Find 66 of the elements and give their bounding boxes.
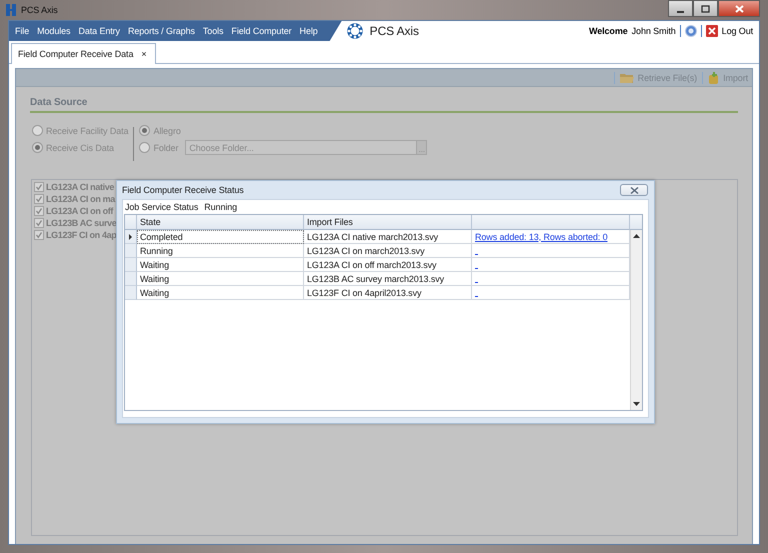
menu-item[interactable]: File xyxy=(11,26,34,36)
file-name: LG123B AC surve xyxy=(46,218,116,228)
header-cell[interactable] xyxy=(472,215,630,230)
table-cell: LG123A CI native march2013.svy xyxy=(307,232,438,242)
app-icon xyxy=(6,4,16,16)
close-icon[interactable] xyxy=(630,186,638,194)
table-cell: Waiting xyxy=(140,260,169,270)
current-row-icon xyxy=(129,234,132,240)
radio-button[interactable] xyxy=(32,142,43,153)
maximize-icon[interactable] xyxy=(700,4,711,12)
window-title: PCS Axis xyxy=(21,5,58,15)
column-header[interactable]: State xyxy=(140,217,161,227)
table-cell: Waiting xyxy=(140,288,169,298)
checkbox[interactable] xyxy=(34,194,44,204)
table-cell: Waiting xyxy=(140,274,169,284)
menu-item[interactable]: Field Computer xyxy=(227,26,296,36)
welcome-label: Welcome xyxy=(588,26,628,36)
checkbox[interactable] xyxy=(34,230,44,240)
scroll-down-icon[interactable] xyxy=(633,402,640,406)
menu-item[interactable]: Data Entry xyxy=(74,26,124,36)
tab[interactable]: Field Computer Receive Data × xyxy=(11,43,156,64)
radio-button[interactable] xyxy=(32,125,43,136)
table-cell: LG123B AC survey march2013.svy xyxy=(307,274,444,284)
user-name: John Smith xyxy=(632,26,676,36)
menu-item[interactable]: Reports / Graphs xyxy=(124,26,199,36)
file-name: LG123A CI on off xyxy=(46,206,114,216)
status-value: Running xyxy=(204,202,238,212)
table-cell: LG123A CI on off march2013.svy xyxy=(307,260,436,270)
scrollbar[interactable] xyxy=(630,230,642,410)
jar-icon xyxy=(708,72,720,84)
maximize-button[interactable] xyxy=(693,0,718,17)
radio-label: Receive Cis Data xyxy=(46,142,114,152)
close-button[interactable] xyxy=(620,184,648,196)
radio-button[interactable] xyxy=(139,142,150,153)
file-name: LG123A CI on ma xyxy=(46,194,115,204)
section-title: Data Source xyxy=(30,97,88,108)
menu-item[interactable]: Modules xyxy=(33,26,74,36)
scroll-up-icon[interactable] xyxy=(633,234,640,238)
table-cell: LG123F CI on 4april2013.svy xyxy=(307,288,422,298)
file-name: LG123A CI native xyxy=(46,182,114,192)
menu-item[interactable]: Tools xyxy=(198,26,228,36)
close-button[interactable] xyxy=(718,0,760,17)
status-label: Job Service Status xyxy=(125,202,198,212)
checkbox[interactable] xyxy=(34,206,44,216)
result-link[interactable]: Rows added: 13, Rows aborted: 0 xyxy=(475,232,608,242)
folder-icon xyxy=(620,72,634,84)
radio-button[interactable] xyxy=(139,125,150,136)
table-cell: LG123A CI on march2013.svy xyxy=(307,246,424,256)
minimize-button[interactable] xyxy=(668,0,693,17)
radio-label: Folder xyxy=(153,142,178,152)
app-title: PCS Axis xyxy=(370,24,419,38)
column-header[interactable]: Import Files xyxy=(307,217,353,227)
file-name: LG123F CI on 4ap xyxy=(46,230,116,240)
table-cell: Completed xyxy=(140,232,183,242)
row-header[interactable] xyxy=(125,230,137,244)
checkbox[interactable] xyxy=(34,182,44,192)
menu-item[interactable]: Help xyxy=(296,26,322,36)
close-icon[interactable]: × xyxy=(141,49,147,59)
radio-label: Allegro xyxy=(153,126,181,136)
close-icon[interactable] xyxy=(706,25,718,37)
help-icon[interactable] xyxy=(684,25,697,37)
logout-link[interactable]: Log Out xyxy=(722,26,753,36)
dialog-title: Field Computer Receive Status xyxy=(122,185,245,195)
checkbox[interactable] xyxy=(34,218,44,228)
table-cell: Running xyxy=(140,246,173,256)
radio-label: Receive Facility Data xyxy=(46,126,128,136)
